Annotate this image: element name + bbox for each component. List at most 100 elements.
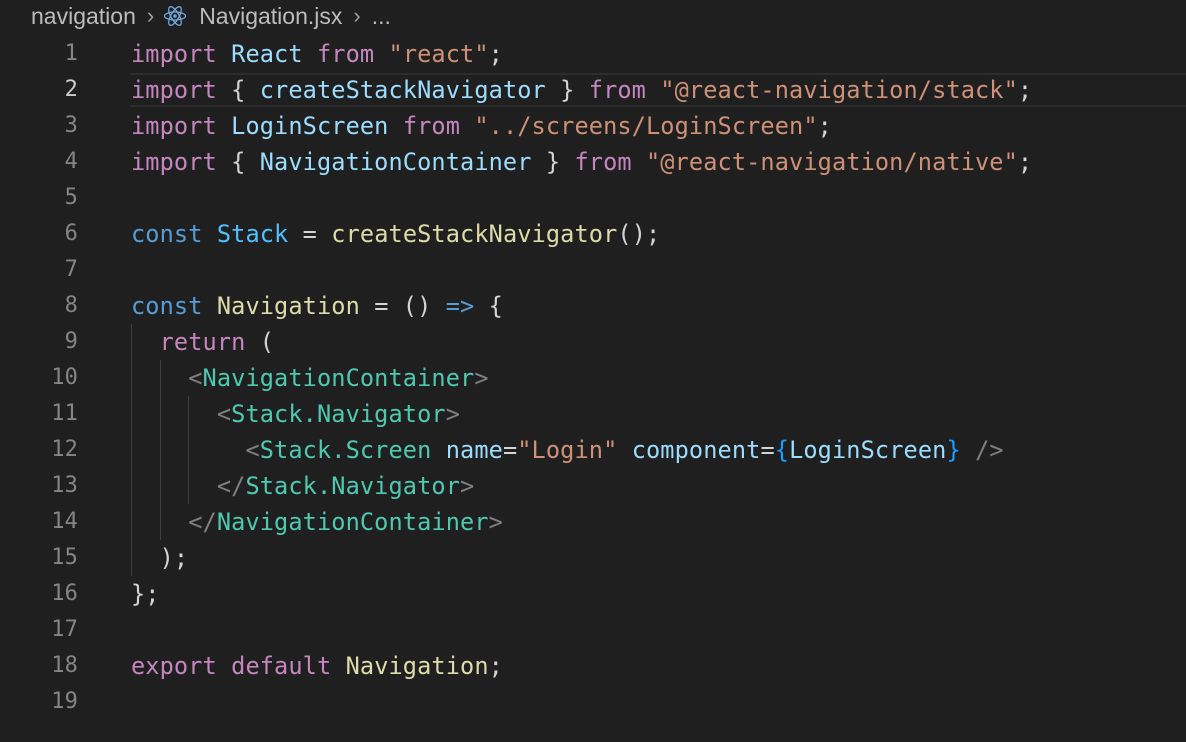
code-text[interactable]: <Stack.Screen name="Login" component={Lo… bbox=[131, 432, 1004, 468]
breadcrumb-folder[interactable]: navigation bbox=[31, 3, 136, 30]
code-text[interactable]: import LoginScreen from "../screens/Logi… bbox=[131, 108, 832, 144]
code-line[interactable]: 19 bbox=[0, 684, 1186, 720]
code-token: export bbox=[131, 652, 217, 680]
code-text[interactable]: import { createStackNavigator } from "@r… bbox=[131, 72, 1032, 108]
code-token: import bbox=[131, 148, 217, 176]
code-token: { bbox=[216, 76, 260, 104]
code-token: "@react-navigation/native" bbox=[646, 148, 1018, 176]
code-token: import bbox=[131, 40, 217, 68]
code-text[interactable]: return ( bbox=[131, 324, 274, 360]
code-text[interactable]: </NavigationContainer> bbox=[131, 504, 503, 540]
code-text[interactable]: import React from "react"; bbox=[131, 36, 503, 72]
code-token: Navigation bbox=[345, 652, 489, 680]
code-text[interactable]: const Navigation = () => { bbox=[131, 288, 503, 324]
code-line[interactable]: 16}; bbox=[0, 576, 1186, 612]
line-number: 1 bbox=[64, 41, 78, 66]
code-token: = bbox=[760, 436, 775, 464]
code-line[interactable]: 11 <Stack.Navigator> bbox=[0, 396, 1186, 432]
code-line[interactable]: 6 const Stack = createStackNavigator(); bbox=[0, 216, 1186, 252]
code-token: Navigation bbox=[216, 292, 360, 320]
code-token: (); bbox=[617, 220, 661, 248]
code-token: Stack.Navigator bbox=[245, 472, 461, 500]
code-line[interactable]: 17 bbox=[0, 612, 1186, 648]
code-text[interactable]: </Stack.Navigator> bbox=[131, 468, 474, 504]
code-line[interactable]: 9 return ( bbox=[0, 324, 1186, 360]
code-line[interactable]: 4 import { NavigationContainer } from "@r… bbox=[0, 144, 1186, 180]
code-token: ; bbox=[1017, 148, 1033, 176]
code-text[interactable]: ); bbox=[131, 540, 189, 576]
line-number: 6 bbox=[64, 221, 78, 246]
code-token: > bbox=[445, 400, 461, 428]
code-token: Stack.Screen bbox=[259, 436, 432, 464]
code-line[interactable]: 18 export default Navigation; bbox=[0, 648, 1186, 684]
code-token: < bbox=[188, 364, 203, 392]
code-token: import bbox=[131, 76, 217, 104]
code-line[interactable]: 8 const Navigation = () => { bbox=[0, 288, 1186, 324]
code-token: const bbox=[131, 292, 203, 320]
code-line[interactable]: 7 bbox=[0, 252, 1186, 288]
code-token: NavigationContainer bbox=[216, 508, 489, 536]
line-number: 12 bbox=[51, 437, 78, 462]
code-token: } bbox=[545, 76, 589, 104]
code-token: = bbox=[288, 220, 332, 248]
code-token: NavigationContainer bbox=[259, 148, 532, 176]
code-token: { bbox=[774, 436, 790, 464]
code-token: const bbox=[131, 220, 203, 248]
breadcrumb-file[interactable]: Navigation.jsx bbox=[199, 3, 342, 30]
code-text[interactable]: <Stack.Navigator> bbox=[131, 396, 460, 432]
code-line[interactable]: 3 import LoginScreen from "../screens/Log… bbox=[0, 108, 1186, 144]
code-text[interactable]: }; bbox=[131, 576, 160, 612]
line-number: 2 bbox=[64, 77, 78, 102]
code-token: = bbox=[502, 436, 518, 464]
code-text[interactable]: import { NavigationContainer } from "@re… bbox=[131, 144, 1032, 180]
code-token: "@react-navigation/stack" bbox=[660, 76, 1018, 104]
code-token: from bbox=[402, 112, 461, 140]
code-editor[interactable]: 1 import React from "react"; 2 import { cre… bbox=[0, 36, 1186, 720]
code-text[interactable]: const Stack = createStackNavigator(); bbox=[131, 216, 660, 252]
line-number: 14 bbox=[51, 509, 78, 534]
code-token: "Login" bbox=[517, 436, 618, 464]
code-line[interactable]: 14 </NavigationContainer> bbox=[0, 504, 1186, 540]
code-line[interactable]: 5 bbox=[0, 180, 1186, 216]
code-line[interactable]: 1 import React from "react"; bbox=[0, 36, 1186, 72]
breadcrumb: navigation › Navigation.jsx › ... bbox=[0, 0, 1186, 32]
line-number: 19 bbox=[51, 689, 78, 714]
code-token: import bbox=[131, 112, 217, 140]
code-token: } bbox=[531, 148, 575, 176]
line-number: 17 bbox=[51, 617, 78, 642]
breadcrumb-more[interactable]: ... bbox=[372, 3, 391, 30]
code-line[interactable]: 2 import { createStackNavigator } from "@… bbox=[0, 72, 1186, 108]
code-line[interactable]: 15 ); bbox=[0, 540, 1186, 576]
code-token: React bbox=[231, 40, 303, 68]
line-number: 7 bbox=[64, 257, 78, 282]
code-token: Stack.Navigator bbox=[231, 400, 446, 428]
code-token: LoginScreen bbox=[789, 436, 947, 464]
code-token: ; bbox=[1017, 76, 1033, 104]
code-text[interactable]: export default Navigation; bbox=[131, 648, 503, 684]
code-token: from bbox=[574, 148, 632, 176]
code-token: createStackNavigator bbox=[331, 220, 618, 248]
code-text[interactable]: <NavigationContainer> bbox=[131, 360, 489, 396]
code-line[interactable]: 12 <Stack.Screen name="Login" component=… bbox=[0, 432, 1186, 468]
line-number: 10 bbox=[51, 365, 78, 390]
line-number: 18 bbox=[51, 653, 78, 678]
chevron-right-icon: › bbox=[146, 3, 155, 28]
code-token: < bbox=[245, 436, 260, 464]
code-token: default bbox=[231, 652, 332, 680]
code-token: > bbox=[474, 364, 489, 392]
line-number: 15 bbox=[51, 545, 78, 570]
code-token: > bbox=[460, 472, 475, 500]
code-line[interactable]: 10 <NavigationContainer> bbox=[0, 360, 1186, 396]
code-token: ); bbox=[131, 544, 189, 572]
code-token: return bbox=[159, 328, 246, 356]
code-token: </ bbox=[216, 472, 246, 500]
code-line[interactable]: 13 </Stack.Navigator> bbox=[0, 468, 1186, 504]
indent-guide bbox=[188, 396, 189, 504]
